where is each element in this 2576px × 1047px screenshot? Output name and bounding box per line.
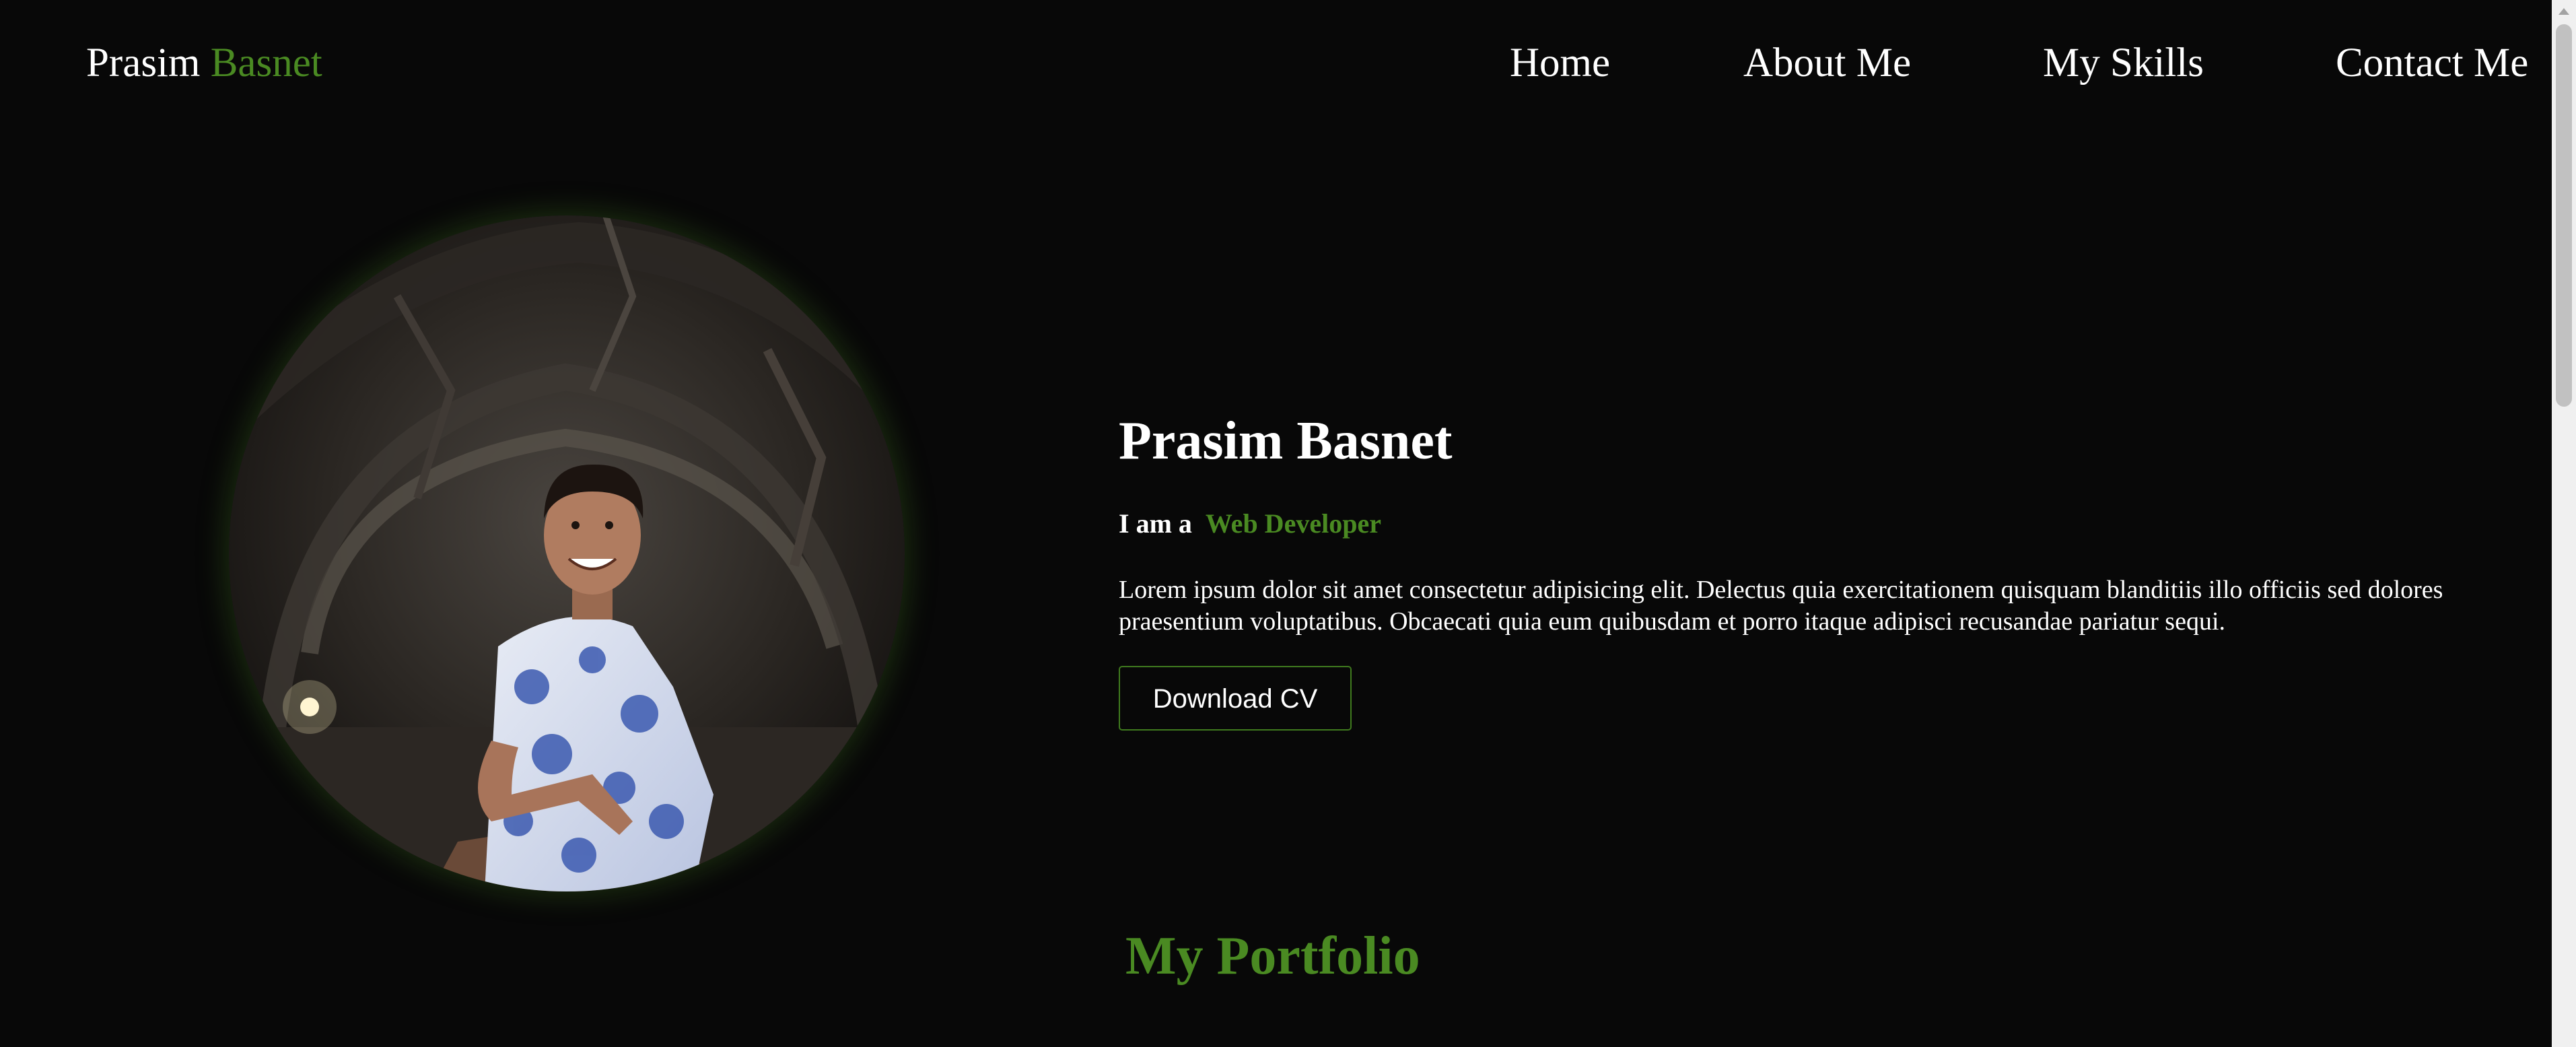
download-cv-button[interactable]: Download CV [1119,666,1352,731]
tagline-role: Web Developer [1205,508,1381,539]
tagline-prefix: I am a [1119,508,1192,539]
hero-tagline: I am a Web Developer [1119,506,1381,541]
main-nav: Home About Me My Skills Contact Me [0,39,2576,88]
hero-name: Prasim Basnet [1119,411,1453,471]
portfolio-section-title: My Portfolio [1125,926,1420,986]
profile-photo [229,215,905,891]
page: Prasim Basnet Home About Me My Skills Co… [0,0,2576,1047]
nav-contact-link[interactable]: Contact Me [2336,39,2528,88]
nav-about-link[interactable]: About Me [1743,39,1911,88]
hero-description: Lorem ipsum dolor sit amet consectetur a… [1119,576,2443,636]
scrollbar-thumb[interactable] [2556,24,2572,407]
triangle-up-icon[interactable] [2552,3,2576,19]
nav-skills-link[interactable]: My Skills [2043,39,2204,88]
vertical-scrollbar[interactable] [2552,0,2576,1047]
profile-photo-image [229,215,905,891]
nav-home-link[interactable]: Home [1510,39,1610,88]
